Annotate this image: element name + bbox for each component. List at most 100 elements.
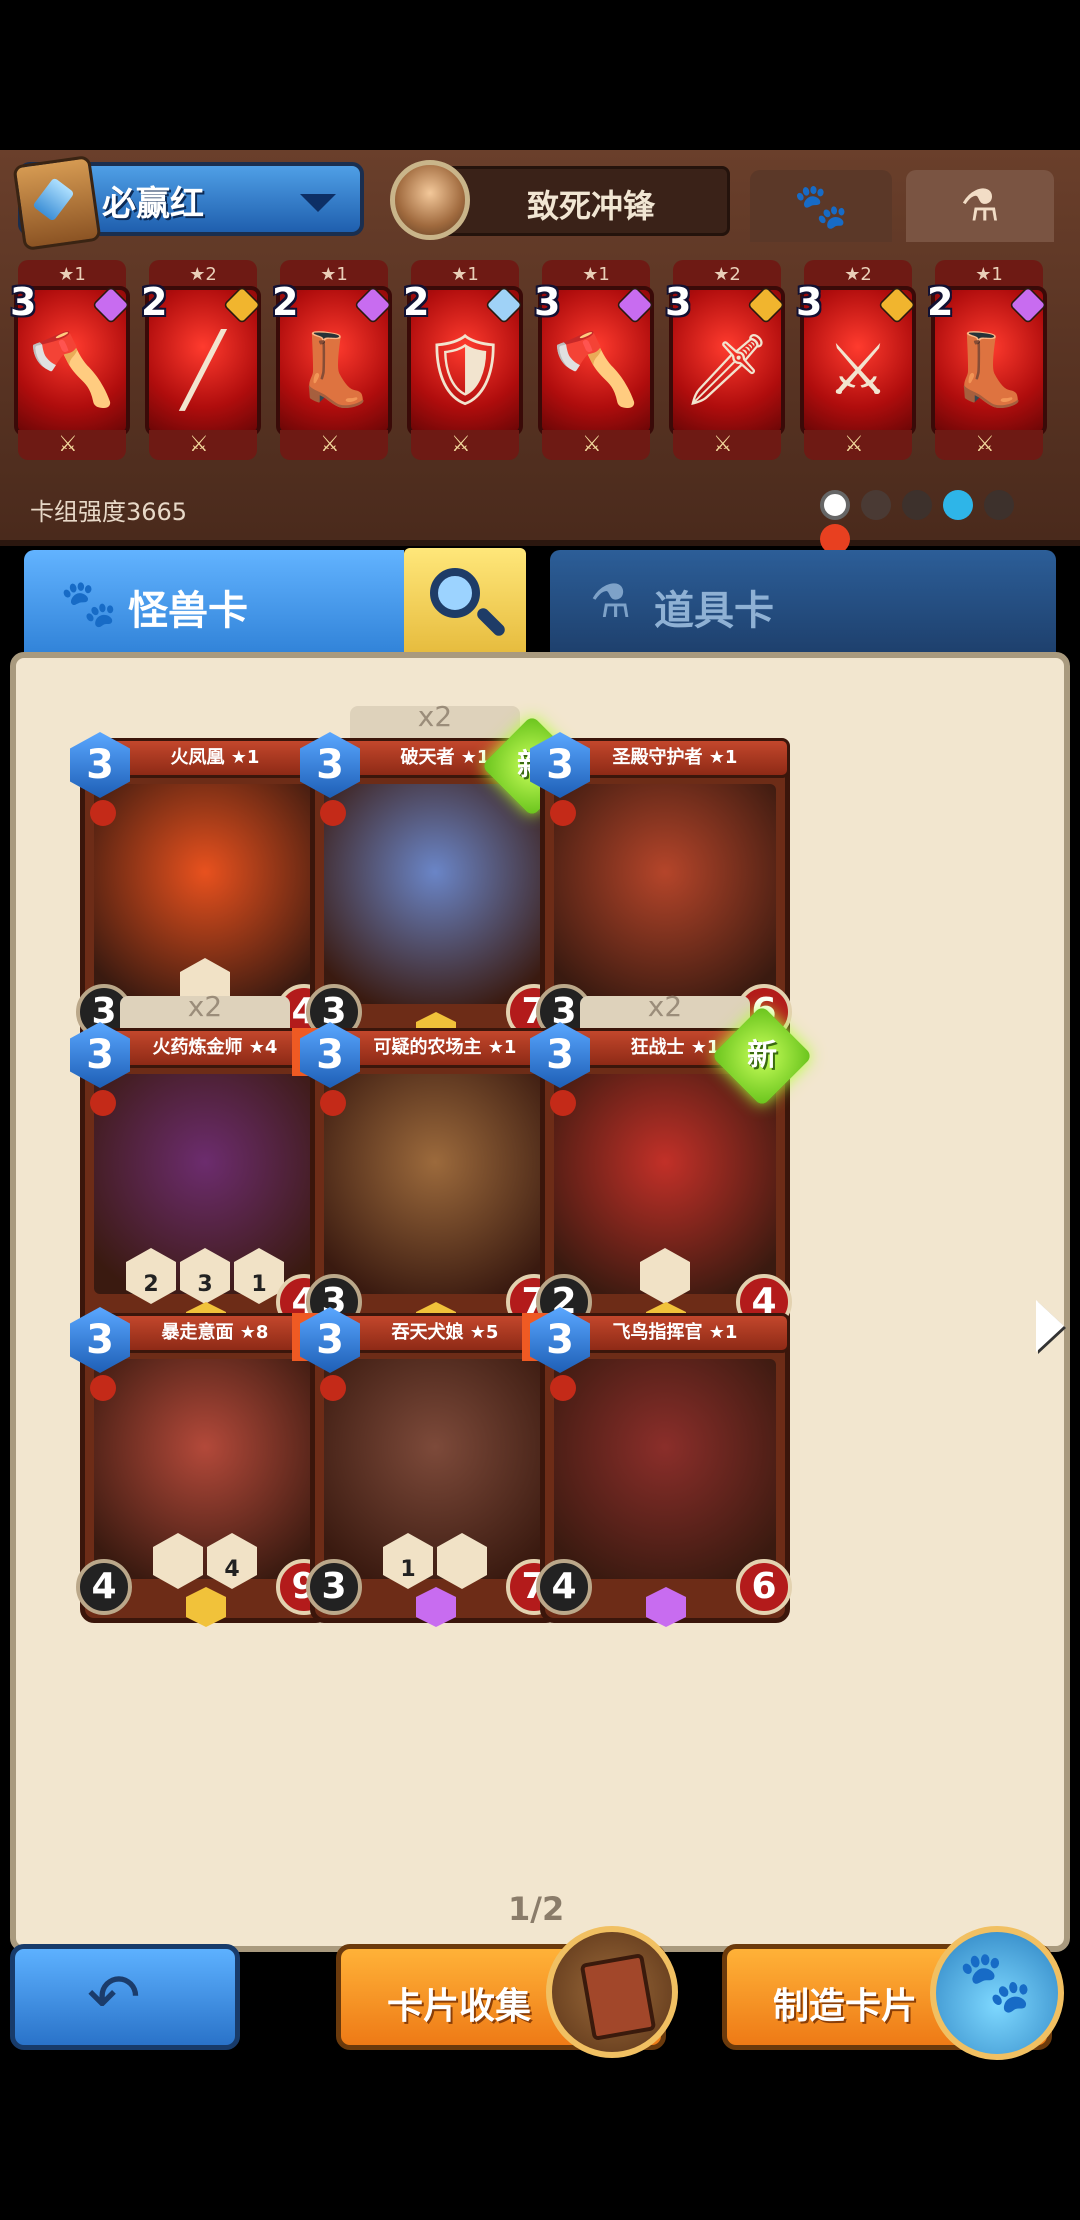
card-art <box>324 784 546 1004</box>
halberd-icon: ⚔ <box>826 329 890 411</box>
boots-icon: 👢 <box>945 328 1033 411</box>
page-indicator: 1/2 <box>508 1890 565 1928</box>
tab-monster-cards[interactable]: 🐾 怪兽卡 <box>24 550 404 660</box>
earth-element-icon[interactable] <box>861 490 892 520</box>
sword-icon: ⚔ <box>189 432 209 457</box>
sword-icon: 🗡 <box>682 328 772 411</box>
deck-card-cost: 3 <box>796 280 823 324</box>
deck-book-icon <box>12 154 102 252</box>
monster-card[interactable]: 飞鸟指挥官 ★1 3 4 6 <box>530 1293 800 1633</box>
deck-card[interactable]: ★2 🗡 3 ⚔ <box>665 260 786 460</box>
card-title: 圣殿守护者 ★1 <box>560 738 790 778</box>
card-art <box>324 1074 546 1294</box>
deck-card-cost: 2 <box>141 280 168 324</box>
card-collection-label: 卡片收集 <box>387 1986 532 2027</box>
fire-faction-icon <box>320 800 346 826</box>
hero-name: 致死冲锋 <box>527 187 656 225</box>
craft-card-label: 制造卡片 <box>773 1986 918 2027</box>
skill-count: 1 <box>400 1557 416 1582</box>
hero-name-box[interactable]: 致死冲锋 <box>440 166 730 236</box>
fire-faction-icon <box>90 1375 116 1401</box>
sword-icon: ⚔ <box>320 432 340 457</box>
card-health: 6 <box>736 1559 792 1615</box>
craft-potion-icon[interactable]: 🐾 <box>930 1926 1064 2060</box>
skill-icon[interactable] <box>437 1533 487 1589</box>
deck-card-cost: 3 <box>665 280 692 324</box>
skill-icon[interactable]: 1 <box>383 1533 433 1589</box>
deck-card[interactable]: ★1 🪓 3 ⚔ <box>534 260 655 460</box>
chevron-down-icon <box>300 194 336 212</box>
back-arrow-icon: ↶ <box>87 1961 141 2035</box>
tab-monster-label: 怪兽卡 <box>128 588 248 634</box>
card-collection-panel: 火凤凰 ★1334x2破天者 ★13新37圣殿守护者 ★1336x2火药炼金师 … <box>10 652 1070 1952</box>
deck-card[interactable]: ★1 🛡 2 ⚔ <box>403 260 524 460</box>
deck-selector[interactable]: 必赢红 <box>12 154 364 252</box>
deck-panel: 必赢红 致死冲锋 🐾 ⚗ ★1 🪓 3 ⚔ ★2 ╱ 2 ⚔ ★1 👢 2 ⚔ ★1 🛡 2 ⚔ ★1 🪓 3 ⚔ ★2… <box>0 150 1080 554</box>
sword-icon: ⚔ <box>713 432 733 457</box>
skill-count: 4 <box>224 1557 240 1582</box>
fire-faction-icon <box>320 1090 346 1116</box>
deck-card-footer: ⚔ <box>280 430 388 460</box>
search-button[interactable] <box>404 548 526 660</box>
axe-icon: 🪓 <box>28 328 116 411</box>
tab-item-cards[interactable]: ⚗ 道具卡 <box>550 550 1056 660</box>
search-icon-handle <box>474 605 508 639</box>
tab-monster-deck[interactable]: 🐾 <box>750 170 892 242</box>
deck-card-footer: ⚔ <box>411 430 519 460</box>
card-title: 飞鸟指挥官 ★1 <box>560 1313 790 1353</box>
card-art <box>554 1359 776 1579</box>
tab-item-label: 道具卡 <box>654 588 774 634</box>
hero-avatar[interactable] <box>390 160 470 240</box>
deck-card-cost: 3 <box>10 280 37 324</box>
neutral-element-icon[interactable] <box>820 490 850 520</box>
fire-faction-icon <box>550 800 576 826</box>
wind-element-icon[interactable] <box>984 490 1015 520</box>
card-book-icon[interactable] <box>546 1926 678 2058</box>
nav-area <box>0 2070 1080 2220</box>
card-attack: 3 <box>306 1559 362 1615</box>
fire-faction-icon <box>90 1090 116 1116</box>
card-title: 火凤凰 ★1 <box>100 738 330 778</box>
fire-faction-icon <box>320 1375 346 1401</box>
new-badge: 新 <box>711 1005 813 1107</box>
skill-icon[interactable]: 4 <box>207 1533 257 1589</box>
potion-icon: ⚗ <box>590 574 632 628</box>
deck-card[interactable]: ★1 🪓 3 ⚔ <box>10 260 131 460</box>
card-art <box>554 784 776 1004</box>
deck-card-cost: 2 <box>927 280 954 324</box>
deck-card[interactable]: ★1 👢 2 ⚔ <box>272 260 393 460</box>
axe-icon: 🪓 <box>552 328 640 411</box>
sword-icon: ⚔ <box>582 432 602 457</box>
deck-card-cost: 2 <box>272 280 299 324</box>
card-title: 可疑的农场主 ★1 <box>330 1028 560 1068</box>
paw-icon: 🐾 <box>958 1947 1033 2017</box>
fire-faction-icon <box>550 1375 576 1401</box>
element-filter-icons <box>820 490 1060 554</box>
deck-card[interactable]: ★2 ╱ 2 ⚔ <box>141 260 262 460</box>
tab-item-deck[interactable]: ⚗ <box>906 170 1054 242</box>
fire-faction-icon <box>550 1090 576 1116</box>
paw-icon: 🐾 <box>793 181 849 232</box>
gauntlet-icon: 🛡 <box>420 328 510 411</box>
card-book-shape <box>579 1953 657 2041</box>
card-attack: 4 <box>536 1559 592 1615</box>
sword-icon: ⚔ <box>975 432 995 457</box>
deck-card-cost: 3 <box>534 280 561 324</box>
deck-card-footer: ⚔ <box>149 430 257 460</box>
nature-element-icon[interactable] <box>902 490 933 520</box>
deck-card[interactable]: ★2 ⚔ 3 ⚔ <box>796 260 917 460</box>
sword-icon: ⚔ <box>58 432 78 457</box>
deck-card-cost: 2 <box>403 280 430 324</box>
boots-icon: 👢 <box>290 328 378 411</box>
skill-icon[interactable] <box>153 1533 203 1589</box>
water-element-icon[interactable] <box>943 490 974 520</box>
deck-card-list: ★1 🪓 3 ⚔ ★2 ╱ 2 ⚔ ★1 👢 2 ⚔ ★1 🛡 2 ⚔ ★1 🪓 3 ⚔ ★2 🗡 3 ⚔ ★2 ⚔ 3 ⚔ ★1 👢 2 ⚔ <box>10 260 1066 460</box>
back-button[interactable]: ↶ <box>10 1944 240 2050</box>
deck-name: 必赢红 <box>102 184 204 224</box>
deck-card[interactable]: ★1 👢 2 ⚔ <box>927 260 1048 460</box>
sword-icon: ⚔ <box>844 432 864 457</box>
card-attack: 4 <box>76 1559 132 1615</box>
paw-icon: 🐾 <box>60 576 118 630</box>
sword-icon: ⚔ <box>451 432 471 457</box>
next-page-arrow-icon[interactable] <box>1036 1300 1064 1352</box>
